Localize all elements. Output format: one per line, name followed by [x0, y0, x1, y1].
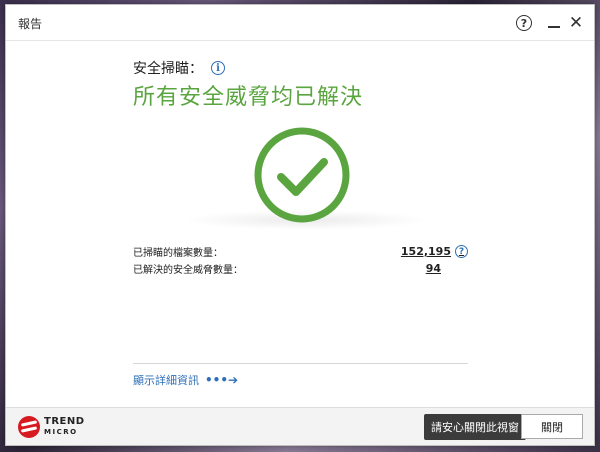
scan-stats: 已掃瞄的檔案數量： 152,195 ? 已解決的安全威脅數量： 94 — [133, 243, 468, 277]
files-scanned-value[interactable]: 152,195 ? — [401, 245, 468, 258]
trend-micro-ball-icon — [18, 416, 40, 438]
close-icon: ✕ — [568, 13, 584, 33]
info-icon[interactable]: i — [211, 61, 225, 75]
files-scanned-count[interactable]: 152,195 — [401, 245, 451, 258]
close-hint-tooltip: 請安心關閉此視窗 — [424, 414, 532, 440]
success-checkmark-icon — [252, 125, 352, 225]
stat-row-threats: 已解決的安全威脅數量： 94 — [133, 260, 468, 277]
title-bar: 報告 ? ✕ — [6, 5, 594, 41]
window-title: 報告 — [18, 17, 43, 31]
scan-label: 安全掃瞄： i — [133, 58, 225, 78]
report-window: 報告 ? ✕ 安全掃瞄： i 所有安全威脅均已解決 已掃瞄的檔案數量： 152,… — [5, 4, 595, 446]
stat-row-files: 已掃瞄的檔案數量： 152,195 ? — [133, 243, 468, 260]
arrow-right-icon: •••➔ — [205, 373, 239, 387]
minimize-button[interactable] — [544, 13, 564, 33]
help-button[interactable]: ? — [514, 13, 534, 33]
scan-status-title: 所有安全威脅均已解決 — [133, 85, 364, 110]
divider — [133, 363, 468, 364]
close-button[interactable]: 關閉 — [521, 414, 583, 439]
show-details-label[interactable]: 顯示詳細資訊 — [133, 372, 199, 388]
minimize-icon — [548, 26, 560, 28]
files-scanned-label: 已掃瞄的檔案數量： — [133, 248, 223, 259]
help-icon: ? — [516, 15, 532, 31]
logo-text-line2: MICRO — [44, 428, 78, 436]
window-close-button[interactable]: ✕ — [566, 13, 586, 33]
scan-label-text: 安全掃瞄： — [133, 61, 203, 77]
show-details-link[interactable]: 顯示詳細資訊 •••➔ — [133, 372, 238, 388]
threats-resolved-value[interactable]: 94 — [426, 262, 441, 275]
footer: TREND MICRO 請安心關閉此視窗 關閉 — [6, 407, 594, 445]
trend-micro-logo: TREND MICRO — [18, 416, 85, 438]
logo-text-line1: TREND — [44, 416, 85, 427]
threats-resolved-label: 已解決的安全威脅數量： — [133, 265, 243, 276]
question-icon[interactable]: ? — [455, 245, 468, 258]
